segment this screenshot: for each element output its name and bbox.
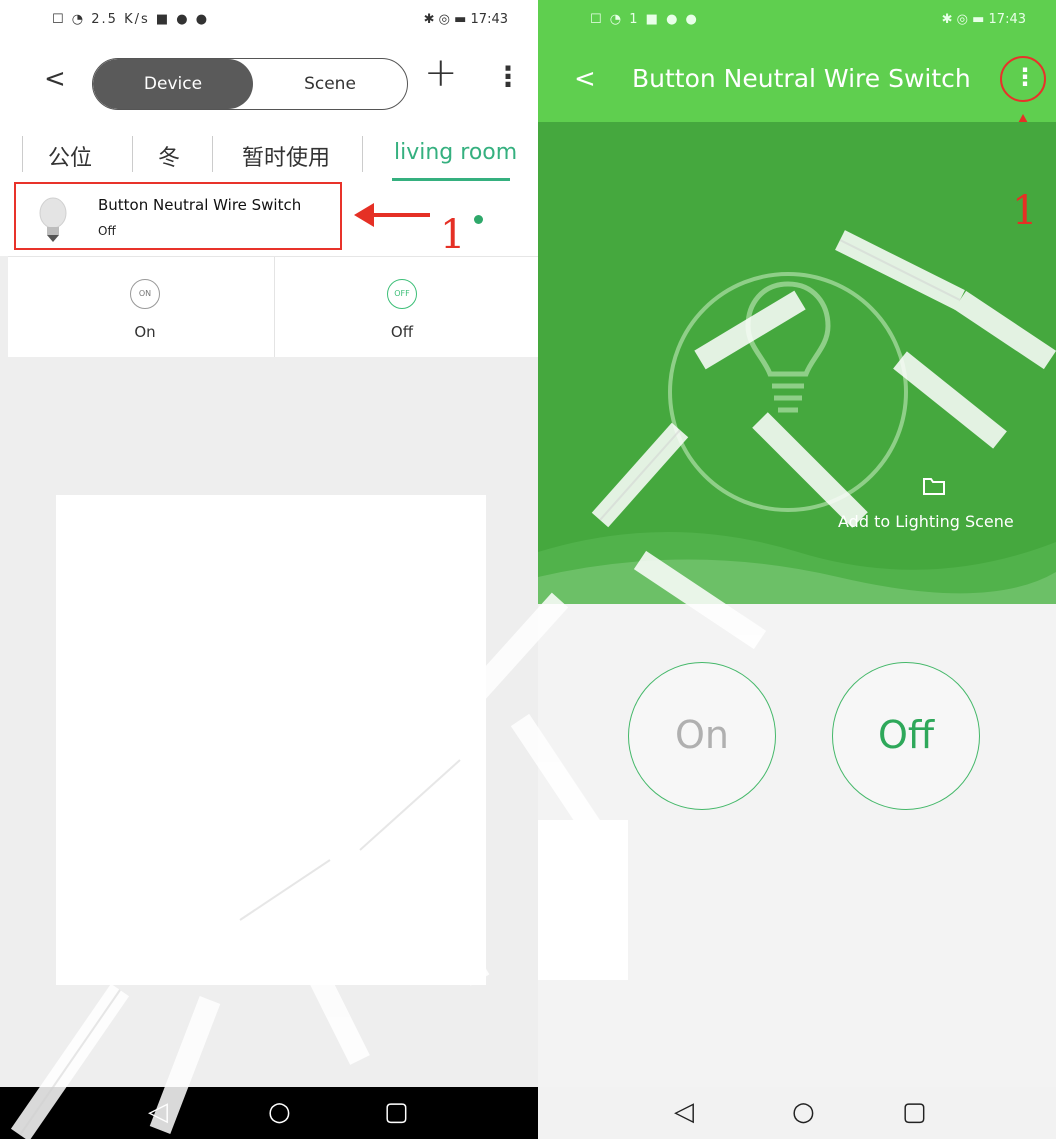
active-tab-indicator <box>392 178 510 181</box>
annotation-number: 1 <box>1012 188 1038 234</box>
nav-recent-icon[interactable]: ▢ <box>902 1097 927 1127</box>
system-nav-bar: ◁ ○ ▢ <box>538 1087 1056 1139</box>
annotation-number: 1 <box>440 212 466 258</box>
hero-graphic <box>538 272 1056 604</box>
more-icon[interactable]: ⋮ <box>494 60 522 93</box>
empty-area <box>56 495 486 985</box>
nav-home-icon[interactable]: ○ <box>792 1097 815 1127</box>
tab-device[interactable]: Device <box>93 59 253 109</box>
status-time: ✱ ◎ ▬ 17:43 <box>423 12 508 27</box>
back-icon[interactable]: < <box>44 64 66 94</box>
room-divider <box>212 136 213 172</box>
action-divider <box>274 257 275 357</box>
room-divider <box>362 136 363 172</box>
status-icons: ☐ ◔ 2.5 K/s ■ ● ● <box>52 12 210 27</box>
room-divider <box>22 136 23 172</box>
online-indicator <box>474 215 483 224</box>
annotation-highlight-box <box>14 182 342 250</box>
status-time: ✱ ◎ ▬ 17:43 <box>941 12 1026 27</box>
off-button[interactable]: Off <box>832 662 980 810</box>
annotation-highlight-circle <box>1000 56 1046 102</box>
off-action-label[interactable]: Off <box>362 323 442 341</box>
status-bar: ☐ ◔ 1 ■ ● ● ✱ ◎ ▬ 17:43 <box>538 0 1056 42</box>
annotation-arrow <box>354 203 430 227</box>
tab-room-2[interactable]: 冬 <box>158 140 180 172</box>
device-hero-panel: Add to Lighting Scene <box>538 122 1056 604</box>
nav-back-icon[interactable]: ◁ <box>148 1097 168 1127</box>
tab-scene[interactable]: Scene <box>253 59 407 109</box>
on-action-label[interactable]: On <box>105 323 185 341</box>
plus-icon[interactable]: + <box>424 50 458 96</box>
add-to-lighting-scene-button[interactable]: Add to Lighting Scene <box>838 512 1014 531</box>
tab-room-living-room[interactable]: living room <box>394 140 517 165</box>
empty-area <box>538 820 628 980</box>
tab-room-3[interactable]: 暂时使用 <box>242 140 330 172</box>
device-list-screen: ☐ ◔ 2.5 K/s ■ ● ● ✱ ◎ ▬ 17:43 < Device S… <box>0 0 538 1139</box>
on-button[interactable]: On <box>628 662 776 810</box>
status-icons: ☐ ◔ 1 ■ ● ● <box>590 12 699 27</box>
folder-icon[interactable] <box>922 476 946 496</box>
page-title: Button Neutral Wire Switch <box>632 64 971 93</box>
tab-room-1[interactable]: 公位 <box>48 140 92 172</box>
bulb-icon <box>745 281 831 413</box>
device-detail-screen: ☐ ◔ 1 ■ ● ● ✱ ◎ ▬ 17:43 < Button Neutral… <box>538 0 1056 1139</box>
room-tabs: 公位 冬 暂时使用 living room <box>0 124 538 185</box>
back-icon[interactable]: < <box>574 64 596 94</box>
top-bar: < Device Scene + ⋮ <box>0 42 538 124</box>
room-divider <box>132 136 133 172</box>
status-bar: ☐ ◔ 2.5 K/s ■ ● ● ✱ ◎ ▬ 17:43 <box>0 0 538 42</box>
nav-recent-icon[interactable]: ▢ <box>384 1097 409 1127</box>
device-scene-toggle: Device Scene <box>92 58 408 110</box>
off-icon: OFF <box>387 279 417 309</box>
on-icon: ON <box>130 279 160 309</box>
nav-home-icon[interactable]: ○ <box>268 1097 291 1127</box>
quick-actions: ON On OFF Off <box>8 256 538 357</box>
nav-back-icon[interactable]: ◁ <box>674 1097 694 1127</box>
system-nav-bar: ◁ ○ ▢ <box>0 1087 538 1139</box>
top-bar: < Button Neutral Wire Switch ⋮ <box>538 42 1056 122</box>
